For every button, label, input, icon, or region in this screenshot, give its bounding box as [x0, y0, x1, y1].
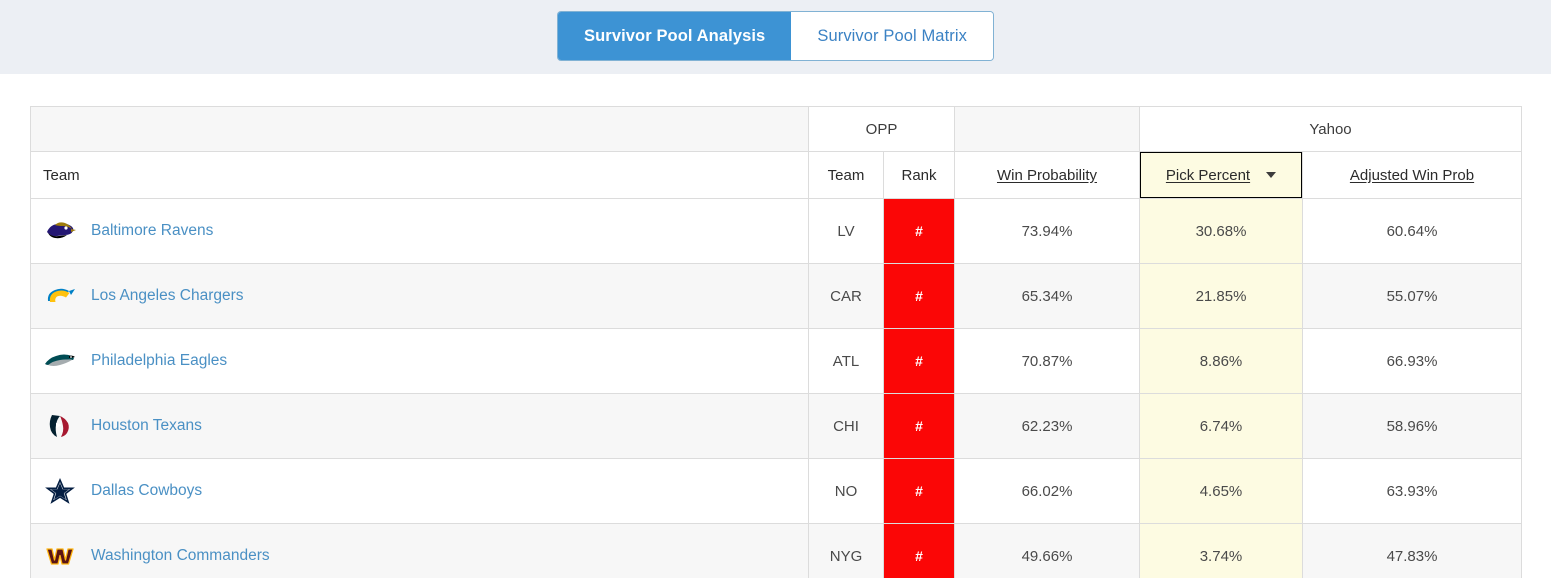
pick-percent-sort-control[interactable]: Pick Percent [1139, 151, 1303, 199]
adjusted-win-prob-cell: 47.83% [1301, 523, 1523, 578]
opp-team-cell: CHI [808, 393, 884, 459]
table-container: OPP Yahoo Team Team Rank Win Probability [0, 74, 1551, 578]
tab-survivor-pool-analysis[interactable]: Survivor Pool Analysis [558, 12, 792, 60]
team-cell[interactable]: Philadelphia Eagles [30, 328, 809, 394]
column-header-adjusted-win-prob[interactable]: Adjusted Win Prob [1301, 151, 1523, 199]
tab-survivor-pool-matrix[interactable]: Survivor Pool Matrix [791, 12, 993, 60]
table-body: Baltimore Ravens LV #73.94% 30.68% 60.64% Los… [30, 198, 1523, 578]
pick-percent-cell: 4.65% [1139, 458, 1303, 524]
win-probability-cell: 62.23% [954, 393, 1140, 459]
team-cell[interactable]: Washington Commanders [30, 523, 809, 578]
opp-rank-cell: # [883, 393, 955, 459]
group-header-blank-left [30, 106, 809, 152]
team-cell[interactable]: Houston Texans [30, 393, 809, 459]
group-header-row: OPP Yahoo [30, 106, 1523, 152]
texans-logo-icon [43, 412, 77, 440]
group-header-opp: OPP [808, 106, 955, 152]
commanders-logo-icon [43, 542, 77, 570]
pick-percent-cell: 6.74% [1139, 393, 1303, 459]
table-row[interactable]: Los Angeles Chargers CAR #65.34% 21.85% 55.0… [30, 263, 1523, 329]
win-probability-cell: 49.66% [954, 523, 1140, 578]
group-header-blank-middle [954, 106, 1140, 152]
top-tab-bar: Survivor Pool Analysis Survivor Pool Mat… [0, 0, 1551, 74]
table-row[interactable]: Philadelphia Eagles ATL #70.87% 8.86% 66.93% [30, 328, 1523, 394]
opp-rank-cell: # [883, 523, 955, 578]
survivor-pool-table: OPP Yahoo Team Team Rank Win Probability [30, 106, 1523, 578]
opp-team-cell: NYG [808, 523, 884, 578]
win-probability-cell: 66.02% [954, 458, 1140, 524]
group-header-yahoo: Yahoo [1138, 106, 1523, 152]
team-name-link[interactable]: Los Angeles Chargers [91, 287, 244, 305]
pick-percent-cell: 30.68% [1139, 198, 1303, 264]
column-header-pick-percent[interactable]: Pick Percent [1139, 151, 1303, 199]
pick-percent-cell: 8.86% [1139, 328, 1303, 394]
tab-group: Survivor Pool Analysis Survivor Pool Mat… [558, 12, 993, 60]
column-header-team-label: Team [43, 166, 80, 184]
column-header-adjusted-win-prob-label: Adjusted Win Prob [1349, 166, 1475, 184]
team-name-link[interactable]: Dallas Cowboys [91, 482, 202, 500]
team-cell[interactable]: Los Angeles Chargers [30, 263, 809, 329]
cowboys-logo-icon [43, 477, 77, 505]
column-header-team[interactable]: Team [30, 151, 809, 199]
eagles-logo-icon [43, 347, 77, 375]
column-header-pick-percent-label: Pick Percent [1165, 166, 1251, 184]
chargers-logo-icon [43, 282, 77, 310]
column-header-opp-team-label: Team [827, 166, 865, 184]
ravens-logo-icon [43, 217, 77, 245]
adjusted-win-prob-cell: 63.93% [1301, 458, 1523, 524]
adjusted-win-prob-cell: 58.96% [1301, 393, 1523, 459]
column-header-win-probability[interactable]: Win Probability [954, 151, 1140, 199]
adjusted-win-prob-cell: 55.07% [1301, 263, 1523, 329]
team-name-link[interactable]: Houston Texans [91, 417, 202, 435]
win-probability-cell: 73.94% [954, 198, 1140, 264]
opp-team-cell: NO [808, 458, 884, 524]
column-header-row: Team Team Rank Win Probability Pick Perc… [30, 151, 1523, 199]
win-probability-cell: 65.34% [954, 263, 1140, 329]
column-header-opp-team[interactable]: Team [808, 151, 884, 199]
team-name-link[interactable]: Baltimore Ravens [91, 222, 213, 240]
pick-percent-cell: 3.74% [1139, 523, 1303, 578]
opp-team-cell: LV [808, 198, 884, 264]
pick-percent-cell: 21.85% [1139, 263, 1303, 329]
adjusted-win-prob-cell: 66.93% [1301, 328, 1523, 394]
column-header-opp-rank-label: Rank [901, 166, 937, 184]
table-row[interactable]: Houston Texans CHI #62.23% 6.74% 58.96% [30, 393, 1523, 459]
team-cell[interactable]: Dallas Cowboys [30, 458, 809, 524]
table-row[interactable]: Washington Commanders NYG #49.66% 3.74% 47.8… [30, 523, 1523, 578]
adjusted-win-prob-cell: 60.64% [1301, 198, 1523, 264]
tab-survivor-pool-matrix-label: Survivor Pool Matrix [817, 26, 967, 45]
tab-survivor-pool-analysis-label: Survivor Pool Analysis [584, 26, 766, 45]
table-row[interactable]: Baltimore Ravens LV #73.94% 30.68% 60.64% [30, 198, 1523, 264]
opp-rank-cell: # [883, 458, 955, 524]
opp-rank-cell: # [883, 198, 955, 264]
table-row[interactable]: Dallas Cowboys NO #66.02% 4.65% 63.93% [30, 458, 1523, 524]
table-header: OPP Yahoo Team Team Rank Win Probability [30, 106, 1523, 199]
win-probability-cell: 70.87% [954, 328, 1140, 394]
team-name-link[interactable]: Philadelphia Eagles [91, 352, 227, 370]
team-name-link[interactable]: Washington Commanders [91, 547, 270, 565]
opp-rank-cell: # [883, 263, 955, 329]
column-header-win-probability-label: Win Probability [996, 166, 1098, 184]
chevron-down-icon[interactable] [1266, 172, 1277, 178]
column-header-opp-rank[interactable]: Rank [883, 151, 955, 199]
team-cell[interactable]: Baltimore Ravens [30, 198, 809, 264]
opp-rank-cell: # [883, 328, 955, 394]
opp-team-cell: ATL [808, 328, 884, 394]
opp-team-cell: CAR [808, 263, 884, 329]
